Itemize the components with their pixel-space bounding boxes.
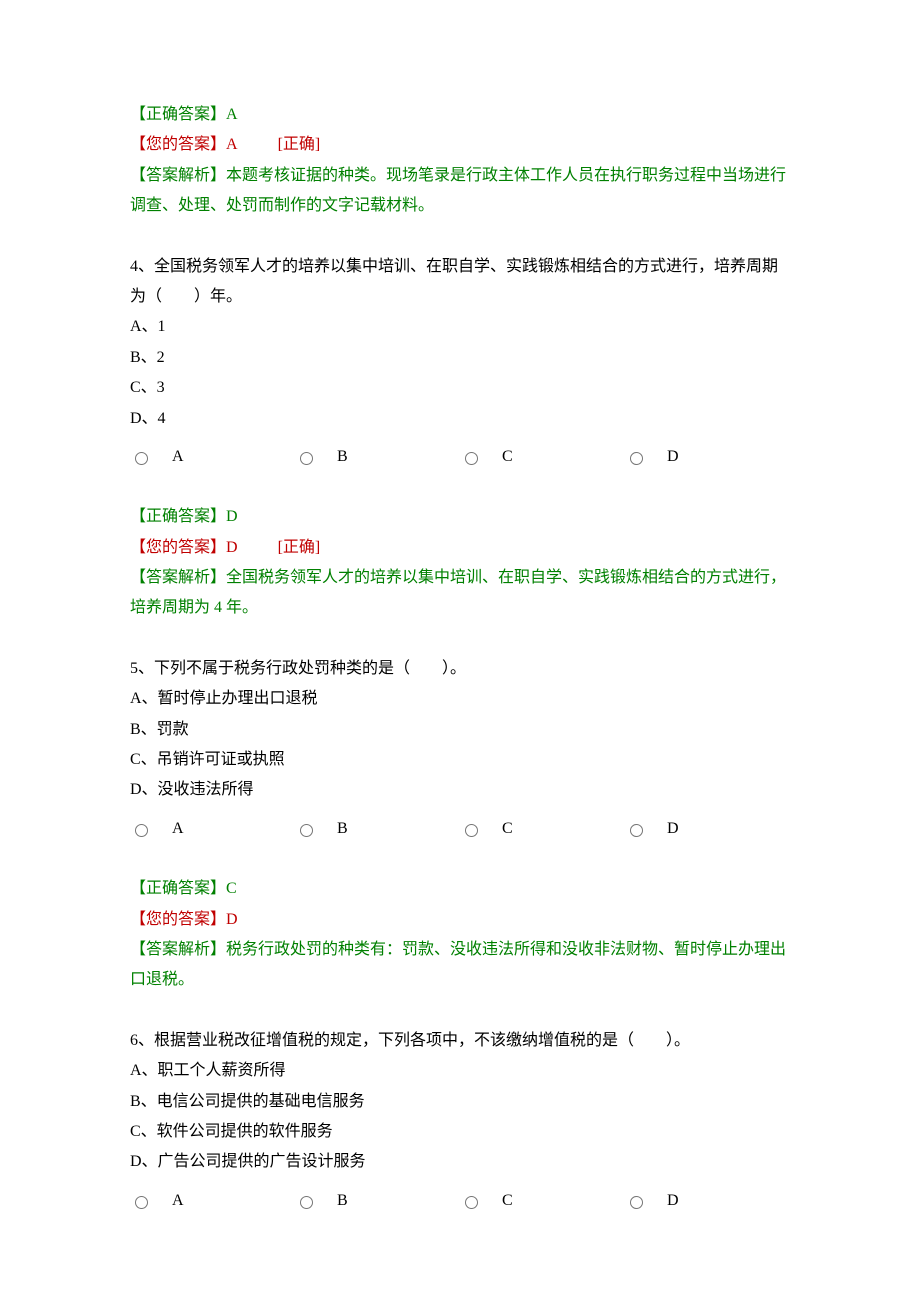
q4-radio-a[interactable] [135, 452, 148, 465]
q4-radio-b-label: B [337, 442, 348, 472]
q4-answer-block: 【正确答案】D 【您的答案】D [正确] 【答案解析】全国税务领军人才的培养以集中… [130, 502, 790, 624]
q4-correct-answer-value: D [226, 508, 238, 525]
q4-your-answer-value: D [226, 539, 238, 556]
your-answer-label: 【您的答案】 [130, 136, 226, 153]
q3-correct-answer-value: A [226, 106, 238, 123]
q4-option-b: B、2 [130, 343, 790, 373]
q3-analysis-line: 【答案解析】本题考核证据的种类。现场笔录是行政主体工作人员在执行职务过程中当场进… [130, 161, 790, 222]
q3-your-answer-line: 【您的答案】A [正确] [130, 130, 790, 160]
q5-radio-c-label: C [502, 814, 513, 844]
q4-status: [正确] [278, 539, 321, 556]
q4-block: 4、全国税务领军人才的培养以集中培训、在职自学、实践锻炼相结合的方式进行，培养周… [130, 252, 790, 473]
q5-radio-c-cell: C [460, 814, 625, 844]
q4-option-a: A、1 [130, 312, 790, 342]
your-answer-label: 【您的答案】 [130, 911, 226, 928]
q6-radio-a[interactable] [135, 1196, 148, 1209]
q3-analysis-text: 本题考核证据的种类。现场笔录是行政主体工作人员在执行职务过程中当场进行调查、处理… [130, 167, 786, 214]
q4-radio-c-label: C [502, 442, 513, 472]
q6-option-b: B、电信公司提供的基础电信服务 [130, 1087, 790, 1117]
q6-option-d: D、广告公司提供的广告设计服务 [130, 1147, 790, 1177]
q3-your-answer-value: A [226, 136, 238, 153]
q5-block: 5、下列不属于税务行政处罚种类的是（ ）。 A、暂时停止办理出口退税 B、罚款 … [130, 654, 790, 844]
q5-question-text: 5、下列不属于税务行政处罚种类的是（ ）。 [130, 654, 790, 684]
q5-your-answer-value: D [226, 911, 238, 928]
q5-radio-a-label: A [172, 814, 184, 844]
q6-question-text: 6、根据营业税改征增值税的规定，下列各项中，不该缴纳增值税的是（ ）。 [130, 1026, 790, 1056]
q5-option-d: D、没收违法所得 [130, 775, 790, 805]
correct-answer-label: 【正确答案】 [130, 508, 226, 525]
q5-option-b: B、罚款 [130, 715, 790, 745]
q4-option-c: C、3 [130, 373, 790, 403]
analysis-label: 【答案解析】 [130, 569, 226, 586]
q5-radio-c[interactable] [465, 824, 478, 837]
q5-option-c: C、吊销许可证或执照 [130, 745, 790, 775]
q5-answer-block: 【正确答案】C 【您的答案】D 【答案解析】税务行政处罚的种类有：罚款、没收违法… [130, 874, 790, 996]
q4-option-d: D、4 [130, 404, 790, 434]
q6-radio-b-label: B [337, 1186, 348, 1216]
q5-radio-d-cell: D [625, 814, 790, 844]
analysis-label: 【答案解析】 [130, 941, 226, 958]
q6-radio-d-cell: D [625, 1186, 790, 1216]
q4-correct-answer-line: 【正确答案】D [130, 502, 790, 532]
q6-radio-row: A B C D [130, 1186, 790, 1216]
analysis-label: 【答案解析】 [130, 167, 226, 184]
q6-radio-c-cell: C [460, 1186, 625, 1216]
q6-option-a: A、职工个人薪资所得 [130, 1056, 790, 1086]
q4-radio-d-label: D [667, 442, 679, 472]
q6-radio-c[interactable] [465, 1196, 478, 1209]
q5-radio-a-cell: A [130, 814, 295, 844]
q5-analysis-text: 税务行政处罚的种类有：罚款、没收违法所得和没收非法财物、暂时停止办理出口退税。 [130, 941, 786, 988]
q5-option-a: A、暂时停止办理出口退税 [130, 684, 790, 714]
your-answer-label: 【您的答案】 [130, 539, 226, 556]
q6-radio-d-label: D [667, 1186, 679, 1216]
q6-radio-a-label: A [172, 1186, 184, 1216]
q3-status: [正确] [278, 136, 321, 153]
q4-radio-d-cell: D [625, 442, 790, 472]
q6-radio-b-cell: B [295, 1186, 460, 1216]
q5-radio-b-cell: B [295, 814, 460, 844]
q4-radio-row: A B C D [130, 442, 790, 472]
q5-radio-a[interactable] [135, 824, 148, 837]
q4-radio-a-label: A [172, 442, 184, 472]
q6-block: 6、根据营业税改征增值税的规定，下列各项中，不该缴纳增值税的是（ ）。 A、职工… [130, 1026, 790, 1216]
q4-radio-b[interactable] [300, 452, 313, 465]
q5-correct-answer-line: 【正确答案】C [130, 874, 790, 904]
q4-radio-c-cell: C [460, 442, 625, 472]
q4-your-answer-line: 【您的答案】D [正确] [130, 533, 790, 563]
q5-your-answer-line: 【您的答案】D [130, 905, 790, 935]
q5-radio-b-label: B [337, 814, 348, 844]
correct-answer-label: 【正确答案】 [130, 880, 226, 897]
q5-analysis-line: 【答案解析】税务行政处罚的种类有：罚款、没收违法所得和没收非法财物、暂时停止办理… [130, 935, 790, 996]
q6-radio-a-cell: A [130, 1186, 295, 1216]
q3-answer-block: 【正确答案】A 【您的答案】A [正确] 【答案解析】本题考核证据的种类。现场笔录… [130, 100, 790, 222]
q4-radio-c[interactable] [465, 452, 478, 465]
q6-radio-d[interactable] [630, 1196, 643, 1209]
q5-correct-answer-value: C [226, 880, 237, 897]
q4-radio-a-cell: A [130, 442, 295, 472]
q4-analysis-text: 全国税务领军人才的培养以集中培训、在职自学、实践锻炼相结合的方式进行，培养周期为… [130, 569, 786, 616]
q4-radio-d[interactable] [630, 452, 643, 465]
q5-radio-row: A B C D [130, 814, 790, 844]
q6-radio-c-label: C [502, 1186, 513, 1216]
q5-radio-b[interactable] [300, 824, 313, 837]
q4-radio-b-cell: B [295, 442, 460, 472]
q6-option-c: C、软件公司提供的软件服务 [130, 1117, 790, 1147]
correct-answer-label: 【正确答案】 [130, 106, 226, 123]
q3-correct-answer-line: 【正确答案】A [130, 100, 790, 130]
q4-analysis-line: 【答案解析】全国税务领军人才的培养以集中培训、在职自学、实践锻炼相结合的方式进行… [130, 563, 790, 624]
q6-radio-b[interactable] [300, 1196, 313, 1209]
q5-radio-d[interactable] [630, 824, 643, 837]
q4-question-text: 4、全国税务领军人才的培养以集中培训、在职自学、实践锻炼相结合的方式进行，培养周… [130, 252, 790, 313]
q5-radio-d-label: D [667, 814, 679, 844]
